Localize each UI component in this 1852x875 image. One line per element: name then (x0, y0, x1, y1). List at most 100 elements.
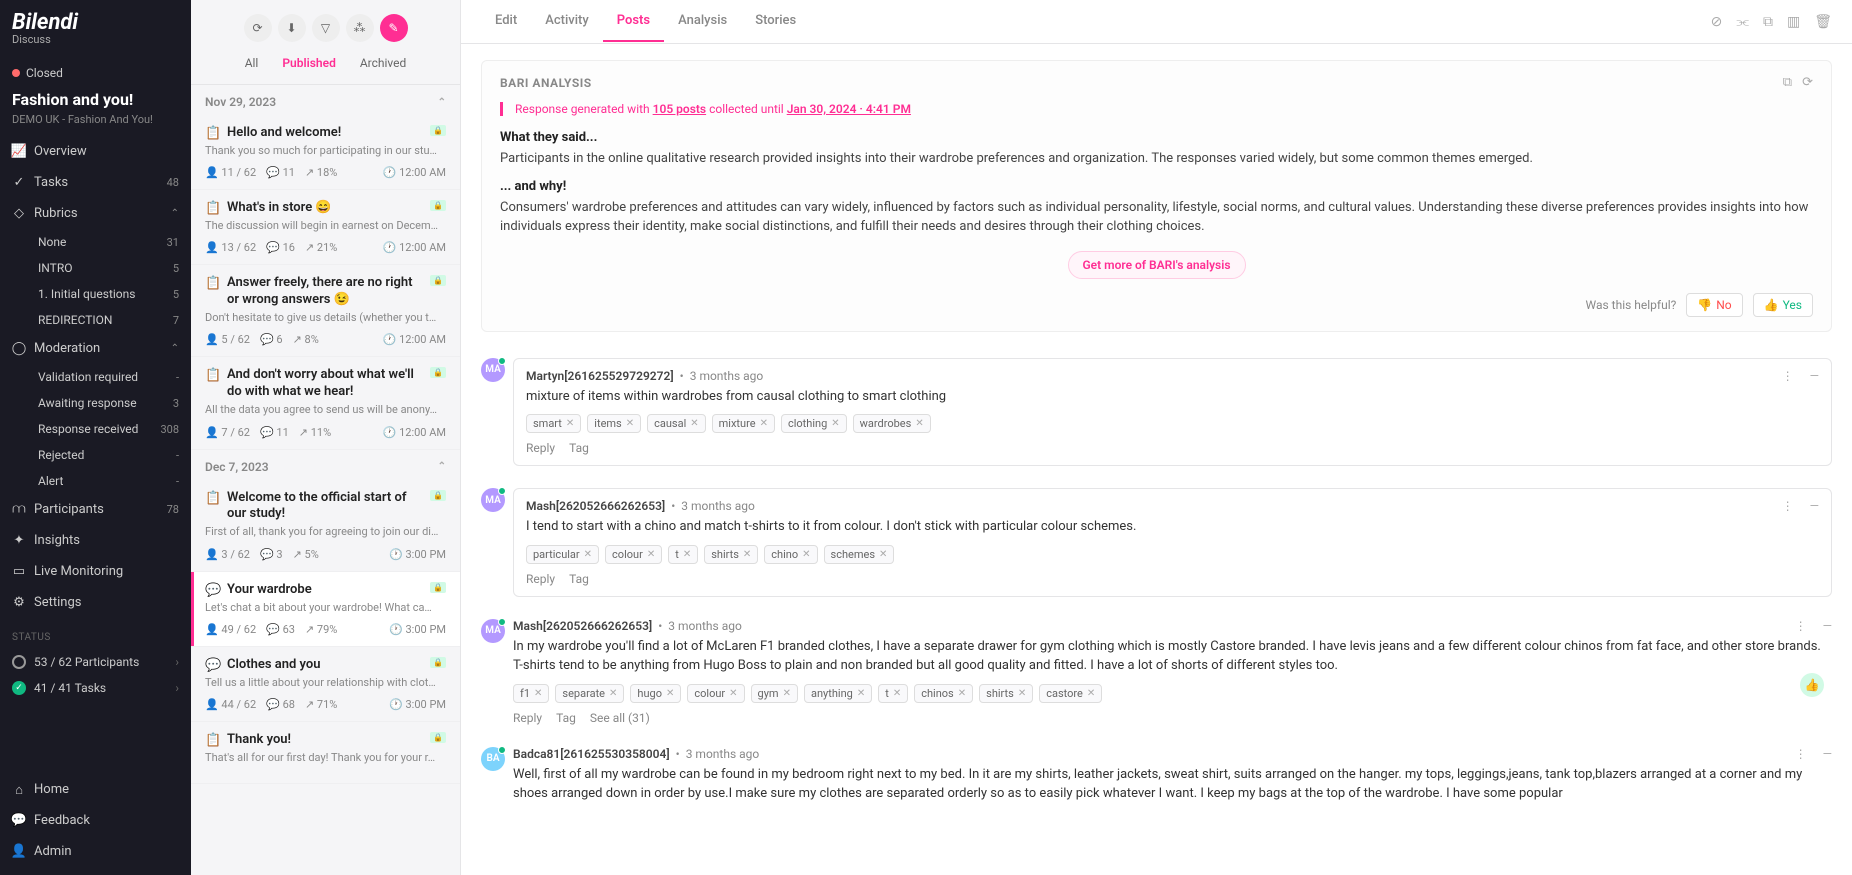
tag-chip[interactable]: shirts ✕ (979, 684, 1033, 703)
comment-author[interactable]: Mash[262052666262653] (513, 619, 652, 633)
post-item[interactable]: 📋 Answer freely, there are no right or w… (191, 265, 460, 357)
tab-activity[interactable]: Activity (531, 1, 603, 42)
remove-tag-icon[interactable]: ✕ (647, 549, 655, 560)
tag-button[interactable]: Tag (569, 441, 589, 455)
remove-tag-icon[interactable]: ✕ (690, 418, 698, 429)
filter-published[interactable]: Published (272, 52, 345, 74)
tab-posts[interactable]: Posts (603, 1, 664, 42)
nav-home[interactable]: ⌂ Home (0, 774, 191, 805)
post-item[interactable]: 💬 Clothes and you 🔒 Tell us a little abo… (191, 647, 460, 722)
date-header[interactable]: Nov 29, 2023⌃ (191, 85, 460, 115)
remove-tag-icon[interactable]: ✕ (915, 418, 923, 429)
moderation-item[interactable]: Awaiting response3 (26, 390, 191, 416)
status-tasks[interactable]: ✓ 41 / 41 Tasks › (0, 675, 191, 701)
tag-button[interactable]: Tag (569, 572, 589, 586)
collapse-icon[interactable]: — (1823, 619, 1832, 633)
nav-rubrics[interactable]: ◇ Rubrics ⌃ (0, 198, 191, 229)
copy-icon[interactable]: ⧉ (1763, 14, 1773, 30)
tag-chip[interactable]: chinos ✕ (914, 684, 973, 703)
tag-chip[interactable]: hugo ✕ (630, 684, 681, 703)
tag-chip[interactable]: colour ✕ (605, 545, 662, 564)
remove-tag-icon[interactable]: ✕ (760, 418, 768, 429)
remove-tag-icon[interactable]: ✕ (857, 688, 865, 699)
get-more-analysis-button[interactable]: Get more of BARI's analysis (1068, 251, 1246, 279)
tag-chip[interactable]: separate ✕ (555, 684, 624, 703)
archive-icon[interactable]: ▥ (1787, 14, 1800, 30)
compose-button[interactable]: ✎ (380, 14, 408, 42)
tag-chip[interactable]: anything ✕ (804, 684, 872, 703)
nav-settings[interactable]: ⚙ Settings (0, 587, 191, 618)
avatar[interactable]: MA (481, 488, 505, 512)
rubric-item[interactable]: REDIRECTION7 (26, 307, 191, 333)
comment-menu-icon[interactable]: ⋮ (1776, 369, 1800, 383)
avatar[interactable]: MA (481, 358, 505, 382)
collapse-icon[interactable]: — (1823, 747, 1832, 761)
moderation-item[interactable]: Response received308 (26, 416, 191, 442)
tag-icon[interactable]: ⊘ (1711, 14, 1723, 30)
date-header[interactable]: Dec 7, 2023⌃ (191, 450, 460, 480)
remove-tag-icon[interactable]: ✕ (626, 418, 634, 429)
remove-tag-icon[interactable]: ✕ (566, 418, 574, 429)
comment-menu-icon[interactable]: ⋮ (1789, 619, 1813, 633)
tag-chip[interactable]: colour ✕ (687, 684, 744, 703)
remove-tag-icon[interactable]: ✕ (534, 688, 542, 699)
tag-chip[interactable]: f1 ✕ (513, 684, 549, 703)
like-indicator[interactable]: 👍 (1800, 673, 1824, 697)
remove-tag-icon[interactable]: ✕ (1018, 688, 1026, 699)
moderation-item[interactable]: Rejected- (26, 442, 191, 468)
remove-tag-icon[interactable]: ✕ (783, 688, 791, 699)
tag-chip[interactable]: castore ✕ (1039, 684, 1102, 703)
rubric-item[interactable]: 1. Initial questions5 (26, 281, 191, 307)
nav-insights[interactable]: ✦ Insights (0, 525, 191, 556)
filter-all[interactable]: All (235, 52, 269, 74)
remove-tag-icon[interactable]: ✕ (1087, 688, 1095, 699)
nav-feedback[interactable]: 💬 Feedback (0, 805, 191, 836)
nav-overview[interactable]: 📈 Overview (0, 136, 191, 167)
nav-moderation[interactable]: ◯ Moderation ⌃ (0, 333, 191, 364)
tag-chip[interactable]: smart ✕ (526, 414, 581, 433)
avatar[interactable]: BA (481, 747, 505, 771)
post-item[interactable]: 📋 And don't worry about what we'll do wi… (191, 357, 460, 449)
remove-tag-icon[interactable]: ✕ (743, 549, 751, 560)
tab-stories[interactable]: Stories (741, 1, 810, 42)
copy-analysis-icon[interactable]: ⧉ (1783, 75, 1792, 90)
tag-chip[interactable]: causal ✕ (647, 414, 706, 433)
reply-button[interactable]: Reply (526, 572, 555, 586)
translate-button[interactable]: ⁂ (346, 14, 374, 42)
remove-tag-icon[interactable]: ✕ (683, 549, 691, 560)
moderation-item[interactable]: Validation required- (26, 364, 191, 390)
remove-tag-icon[interactable]: ✕ (729, 688, 737, 699)
feedback-yes-button[interactable]: 👍Yes (1753, 293, 1813, 317)
delete-icon[interactable]: 🗑 (1814, 14, 1832, 30)
tag-chip[interactable]: chino ✕ (764, 545, 817, 564)
refresh-analysis-icon[interactable]: ⟳ (1802, 75, 1813, 90)
status-participants[interactable]: 53 / 62 Participants › (0, 649, 191, 675)
nav-admin[interactable]: 👤 Admin (0, 836, 191, 867)
comment-author[interactable]: Badca81[261625530358004] (513, 747, 670, 761)
tag-button[interactable]: Tag (556, 711, 576, 725)
remove-tag-icon[interactable]: ✕ (802, 549, 810, 560)
tab-analysis[interactable]: Analysis (664, 1, 741, 42)
post-item[interactable]: 📋 Thank you! 🔒 That's all for our first … (191, 722, 460, 784)
link-icon[interactable]: ⫘ (1736, 14, 1749, 30)
remove-tag-icon[interactable]: ✕ (666, 688, 674, 699)
tag-chip[interactable]: schemes ✕ (824, 545, 895, 564)
remove-tag-icon[interactable]: ✕ (893, 688, 901, 699)
remove-tag-icon[interactable]: ✕ (958, 688, 966, 699)
filter-button[interactable]: ▽ (312, 14, 340, 42)
remove-tag-icon[interactable]: ✕ (609, 688, 617, 699)
post-item[interactable]: 📋 Welcome to the official start of our s… (191, 480, 460, 572)
tab-edit[interactable]: Edit (481, 1, 531, 42)
post-item[interactable]: 📋 What's in store 😄 🔒 The discussion wil… (191, 190, 460, 265)
post-item[interactable]: 💬 Your wardrobe 🔒 Let's chat a bit about… (191, 572, 460, 647)
filter-archived[interactable]: Archived (350, 52, 416, 74)
see-all-button[interactable]: See all (31) (590, 711, 650, 725)
reply-button[interactable]: Reply (526, 441, 555, 455)
tag-chip[interactable]: t ✕ (878, 684, 908, 703)
remove-tag-icon[interactable]: ✕ (584, 549, 592, 560)
nav-live-monitoring[interactable]: ▭ Live Monitoring (0, 556, 191, 587)
remove-tag-icon[interactable]: ✕ (831, 418, 839, 429)
remove-tag-icon[interactable]: ✕ (879, 549, 887, 560)
nav-tasks[interactable]: ✓ Tasks 48 (0, 167, 191, 198)
avatar[interactable]: MA (481, 619, 505, 643)
